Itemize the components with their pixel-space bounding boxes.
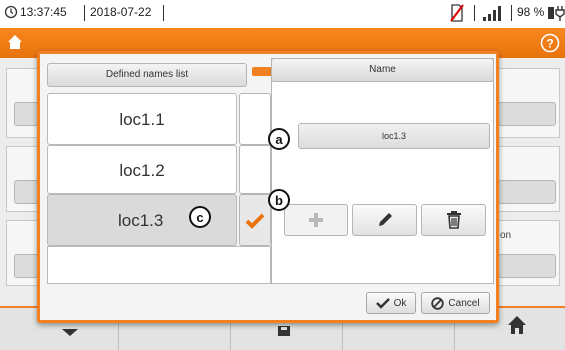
name-input[interactable]: loc1.3 (298, 123, 490, 149)
list-empty-area (47, 246, 271, 284)
page-title: Defined names (243, 8, 322, 20)
edit-button[interactable] (352, 204, 417, 236)
marker-c: c (189, 206, 211, 228)
plus-icon (309, 213, 323, 227)
background-label: on (500, 230, 512, 241)
background-field (498, 254, 556, 278)
header-toggle[interactable] (252, 67, 272, 76)
arrow-icon[interactable] (60, 324, 80, 342)
add-button[interactable] (284, 204, 348, 236)
marker-a: a (268, 128, 290, 150)
pencil-icon (378, 213, 392, 226)
background-field (498, 102, 556, 126)
item-checkbox[interactable] (239, 93, 271, 145)
background-field (498, 180, 556, 204)
list-header: Defined names list (47, 63, 247, 87)
marker-b: b (268, 189, 290, 211)
ok-label: Ok (393, 297, 407, 309)
home-icon[interactable] (506, 314, 528, 341)
save-icon[interactable] (277, 324, 291, 342)
cancel-label: Cancel (448, 297, 480, 309)
svg-text:?: ? (546, 37, 553, 51)
name-panel (271, 58, 494, 284)
cancel-icon (431, 296, 445, 310)
name-panel-header: Name (271, 58, 494, 82)
home-icon[interactable] (6, 33, 24, 56)
trash-icon (446, 211, 461, 229)
item-checkbox-checked[interactable] (239, 194, 271, 246)
list-item[interactable]: loc1.1 (47, 93, 237, 145)
item-checkbox[interactable] (239, 145, 271, 194)
check-icon (245, 213, 265, 229)
check-icon (375, 297, 390, 309)
ok-button[interactable]: Ok (366, 292, 416, 314)
help-icon[interactable]: ? (540, 33, 560, 58)
cancel-button[interactable]: Cancel (421, 292, 490, 314)
delete-button[interactable] (421, 204, 486, 236)
list-item[interactable]: loc1.2 (47, 145, 237, 194)
